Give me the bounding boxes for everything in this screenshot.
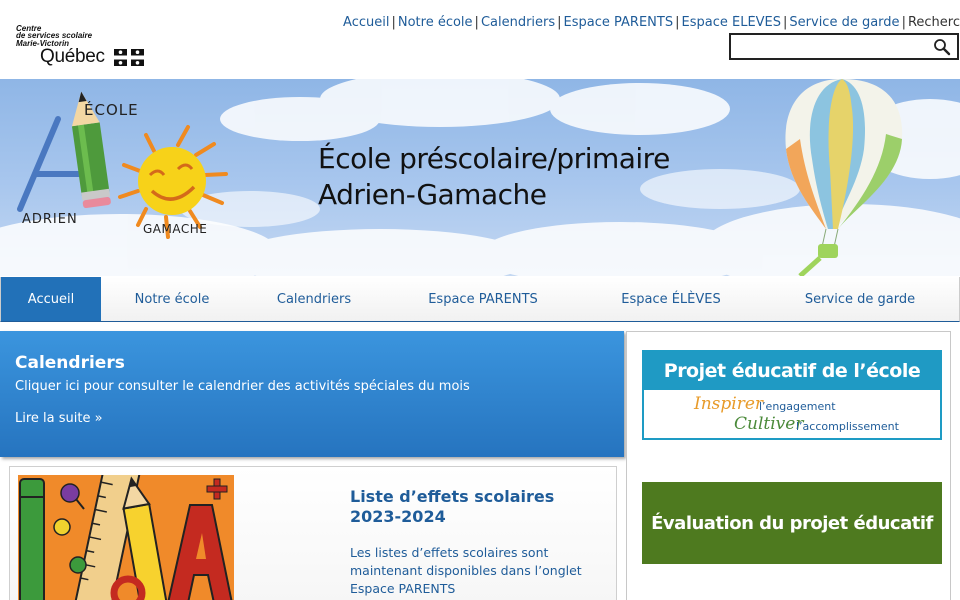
- projet-educatif-word-inspirer: Inspirer: [694, 394, 764, 414]
- top-header: Centre de services scolaire Marie-Victor…: [0, 0, 960, 79]
- school-supplies-illustration: [18, 475, 234, 600]
- logo-word-gamache: GAMACHE: [143, 222, 208, 236]
- sidebar: Projet éducatif de l’école Inspirer l’en…: [626, 331, 951, 600]
- school-supplies-thumbnail[interactable]: [18, 475, 234, 600]
- school-title-line-2: Adrien-Gamache: [318, 178, 547, 211]
- nav-tab-notre-ecole[interactable]: Notre école: [101, 277, 243, 321]
- search-box: [729, 33, 959, 60]
- toplink-calendriers[interactable]: Calendriers: [481, 15, 555, 30]
- projet-educatif-rest-2: l’accomplissement: [796, 420, 899, 433]
- calendar-feature-title: Calendriers: [15, 353, 125, 373]
- calendar-feature-box[interactable]: Calendriers Cliquer ici pour consulter l…: [0, 331, 624, 457]
- toplink-recherche[interactable]: Recherc: [908, 15, 960, 30]
- nav-tab-espace-parents[interactable]: Espace PARENTS: [385, 277, 581, 321]
- search-icon[interactable]: [933, 38, 951, 56]
- logo-word-ecole: ÉCOLE: [84, 101, 139, 119]
- nav-tab-calendriers[interactable]: Calendriers: [243, 277, 385, 321]
- logo-line-4: Québec: [40, 46, 105, 67]
- projet-educatif-title: Projet éducatif de l’école: [644, 352, 940, 390]
- toplink-notre-ecole[interactable]: Notre école: [398, 15, 473, 30]
- article-title-link[interactable]: Liste d’effets scolaires 2023-2024: [350, 487, 590, 527]
- toplink-accueil[interactable]: Accueil: [343, 15, 389, 30]
- quebec-cssmv-logo[interactable]: Centre de services scolaire Marie-Victor…: [16, 24, 146, 70]
- calendar-read-more-link[interactable]: Lire la suite »: [15, 411, 103, 426]
- toplink-espace-eleves[interactable]: Espace ÉLÈVES: [682, 15, 782, 30]
- school-banner: ÉCOLE ADRIEN GAMACHE École préscolaire/p…: [0, 79, 960, 276]
- logo-word-adrien: ADRIEN: [22, 212, 78, 227]
- toplink-service-de-garde[interactable]: Service de garde: [789, 15, 899, 30]
- school-title-line-1: École préscolaire/primaire: [318, 142, 670, 175]
- top-links: Accueil | Notre école | Calendriers | Espace P…: [343, 15, 960, 30]
- nav-tab-accueil[interactable]: Accueil: [1, 277, 101, 321]
- main-navigation: Accueil Notre école Calendriers Espace P…: [0, 277, 960, 322]
- evaluation-projet-educatif-banner[interactable]: Évaluation du projet éducatif: [642, 482, 942, 564]
- projet-educatif-banner[interactable]: Projet éducatif de l’école Inspirer l’en…: [642, 350, 942, 440]
- school-supplies-article: Liste d’effets scolaires 2023-2024 Les l…: [9, 466, 617, 600]
- article-text: Les listes d’effets scolaires sont maint…: [350, 545, 582, 596]
- school-title: École préscolaire/primaire Adrien-Gamach…: [318, 141, 670, 213]
- nav-tab-espace-eleves[interactable]: Espace ÉLÈVES: [581, 277, 761, 321]
- projet-educatif-rest-1: l’engagement: [759, 400, 836, 413]
- nav-tab-service-de-garde[interactable]: Service de garde: [761, 277, 959, 321]
- toplink-espace-parents[interactable]: Espace PARENTS: [564, 15, 674, 30]
- search-input[interactable]: [731, 35, 927, 58]
- main-content: Calendriers Cliquer ici pour consulter l…: [0, 322, 960, 600]
- projet-educatif-word-cultiver: Cultiver: [734, 414, 804, 434]
- calendar-feature-text: Cliquer ici pour consulter le calendrier…: [15, 379, 470, 394]
- fleur-de-lis-flag-icon: [114, 49, 144, 66]
